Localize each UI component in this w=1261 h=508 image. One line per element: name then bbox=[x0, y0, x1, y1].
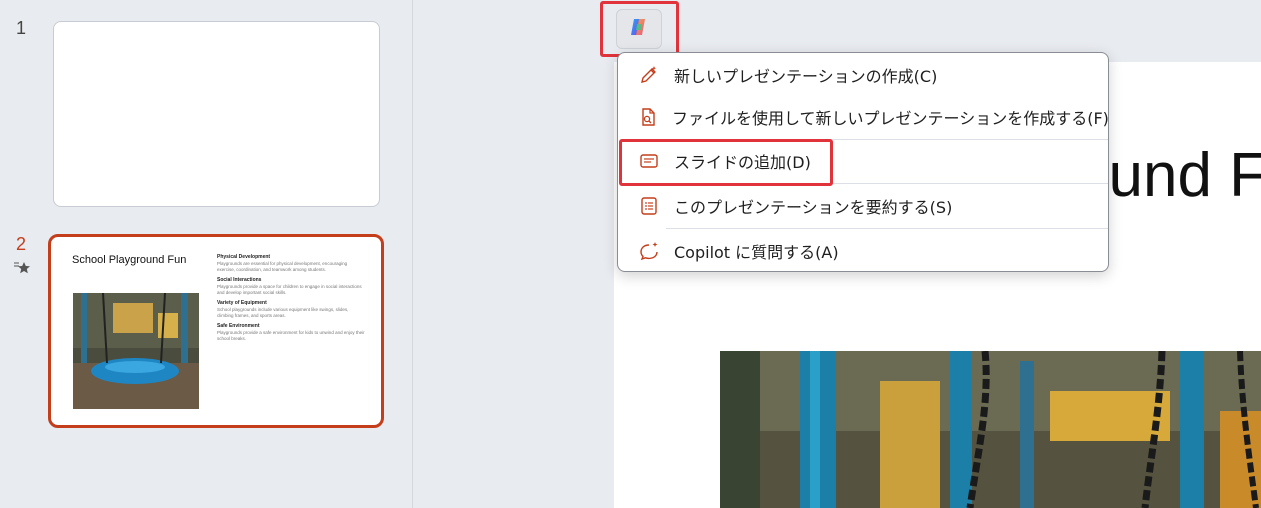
menu-item-label: このプレゼンテーションを要約する(S) bbox=[674, 198, 953, 217]
designer-star-icon bbox=[14, 260, 32, 280]
section-body: Playgrounds are essential for physical d… bbox=[217, 261, 348, 272]
chat-sparkle-icon bbox=[638, 240, 660, 262]
list-summary-icon bbox=[638, 195, 660, 217]
slide-playground-image[interactable] bbox=[720, 351, 1261, 508]
copilot-button[interactable] bbox=[616, 9, 662, 49]
menu-item-label: ファイルを使用して新しいプレゼンテーションを作成する(F) bbox=[672, 109, 1109, 128]
thumbnail-slide-title: School Playground Fun bbox=[72, 254, 187, 266]
slide-thumbnail-2[interactable]: School Playground Fun Physical Developme… bbox=[48, 234, 384, 428]
section-heading: Safe Environment bbox=[217, 323, 260, 329]
slide-number-1: 1 bbox=[16, 18, 27, 38]
slide-number-2: 2 bbox=[16, 234, 27, 254]
menu-item-label: スライドの追加(D) bbox=[674, 153, 811, 172]
menu-item-summarize[interactable]: このプレゼンテーションを要約する(S) bbox=[618, 186, 1108, 226]
section-heading: Variety of Equipment bbox=[217, 300, 267, 306]
slide-add-icon bbox=[638, 150, 660, 172]
copilot-icon bbox=[628, 16, 650, 42]
section-body: School playgrounds include various equip… bbox=[217, 307, 349, 318]
slide-thumbnail-pane: 1 2 School Playground Fun Physical Devel… bbox=[0, 0, 413, 508]
section-body: Playgrounds provide a space for children… bbox=[217, 284, 362, 295]
section-heading: Social Interactions bbox=[217, 277, 262, 283]
menu-separator bbox=[666, 228, 1108, 229]
menu-item-create-presentation[interactable]: 新しいプレゼンテーションの作成(C) bbox=[618, 55, 1108, 95]
menu-separator bbox=[666, 139, 1108, 140]
document-search-icon bbox=[638, 106, 658, 128]
menu-item-label: Copilot に質問する(A) bbox=[674, 243, 839, 262]
section-body: Playgrounds provide a safe environment f… bbox=[217, 330, 365, 341]
thumbnail-text-block: Physical Development Playgrounds are esse… bbox=[217, 254, 365, 346]
copilot-menu: 新しいプレゼンテーションの作成(C) ファイルを使用して新しいプレゼンテーション… bbox=[617, 52, 1109, 272]
thumbnail-playground-image bbox=[73, 293, 199, 409]
slide-thumbnail-1[interactable] bbox=[53, 21, 380, 207]
menu-item-create-from-file[interactable]: ファイルを使用して新しいプレゼンテーションを作成する(F) bbox=[618, 97, 1109, 137]
menu-separator bbox=[666, 183, 1108, 184]
section-heading: Physical Development bbox=[217, 254, 271, 260]
menu-item-ask-copilot[interactable]: Copilot に質問する(A) bbox=[618, 231, 1108, 271]
menu-item-add-slide[interactable]: スライドの追加(D) bbox=[618, 141, 1108, 181]
pen-sparkle-icon bbox=[638, 64, 660, 86]
menu-item-label: 新しいプレゼンテーションの作成(C) bbox=[674, 67, 938, 86]
